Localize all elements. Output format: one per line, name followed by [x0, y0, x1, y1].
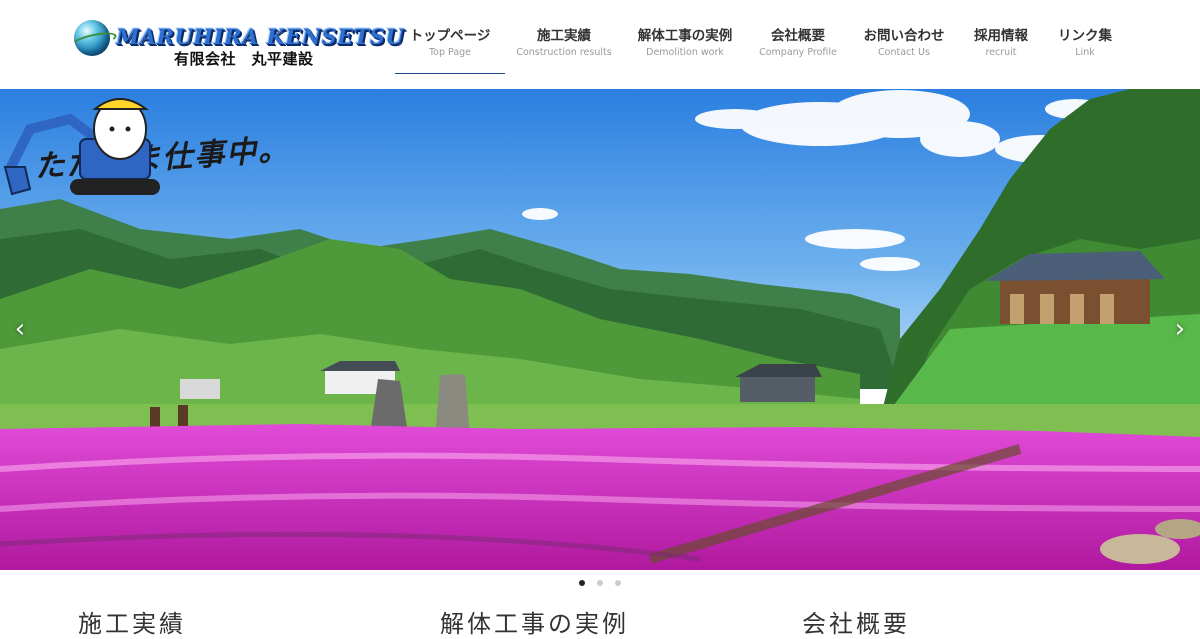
hero-slider: ただいま仕事中。 ‹ › [0, 89, 1200, 570]
section-title-works: 施工実績 [78, 610, 186, 638]
slider-dot[interactable] [597, 580, 603, 586]
nav-label-jp: リンク集 [1058, 28, 1112, 44]
nav-label-en: Construction results [516, 47, 612, 58]
section-title-profile: 会社概要 [802, 610, 910, 638]
site-logo[interactable]: MARUHIRA KENSETSU 有限会社 丸平建設 [74, 18, 404, 70]
nav-label-en: Top Page [428, 47, 472, 58]
excavator-mascot-icon [3, 98, 160, 196]
nav-label-jp: お問い合わせ [863, 28, 945, 44]
nav-label-jp: 解体工事の実例 [637, 28, 733, 44]
section-title-demolition: 解体工事の実例 [440, 610, 629, 638]
slider-dot[interactable] [579, 580, 585, 586]
nav-label-en: recruit [985, 47, 1017, 58]
nav-item-demolition[interactable]: 解体工事の実例 Demolition work [623, 26, 747, 74]
nav-item-company-profile[interactable]: 会社概要 Company Profile [747, 26, 849, 74]
nav-item-construction-results[interactable]: 施工実績 Construction results [505, 26, 623, 74]
nav-label-jp: 施工実績 [537, 28, 591, 44]
content-sections: 施工実績 解体工事の実例 会社概要 [0, 604, 1200, 638]
nav-label-en: Link [1075, 47, 1095, 58]
slider-dot[interactable] [615, 580, 621, 586]
site-header: MARUHIRA KENSETSU 有限会社 丸平建設 トップページ Top P… [0, 0, 1200, 89]
nav-item-links[interactable]: リンク集 Link [1043, 26, 1127, 74]
nav-item-recruit[interactable]: 採用情報 recruit [959, 26, 1043, 74]
nav-label-en: Contact Us [878, 47, 930, 58]
nav-label-jp: トップページ [409, 28, 491, 44]
nav-item-contact[interactable]: お問い合わせ Contact Us [849, 26, 959, 74]
nav-label-en: Demolition work [646, 47, 724, 58]
main-nav: トップページ Top Page 施工実績 Construction result… [395, 26, 1127, 76]
logo-name-jp: 有限会社 丸平建設 [174, 50, 314, 68]
nav-label-jp: 会社概要 [771, 28, 825, 44]
slider-pagination [0, 576, 1200, 590]
chevron-right-icon[interactable]: › [1168, 311, 1192, 347]
chevron-left-icon[interactable]: ‹ [8, 311, 32, 347]
globe-logo-icon [74, 20, 110, 56]
nav-label-jp: 採用情報 [974, 28, 1028, 44]
nav-item-top[interactable]: トップページ Top Page [395, 26, 505, 74]
logo-name-en: MARUHIRA KENSETSU [116, 24, 405, 49]
nav-label-en: Company Profile [759, 47, 837, 58]
